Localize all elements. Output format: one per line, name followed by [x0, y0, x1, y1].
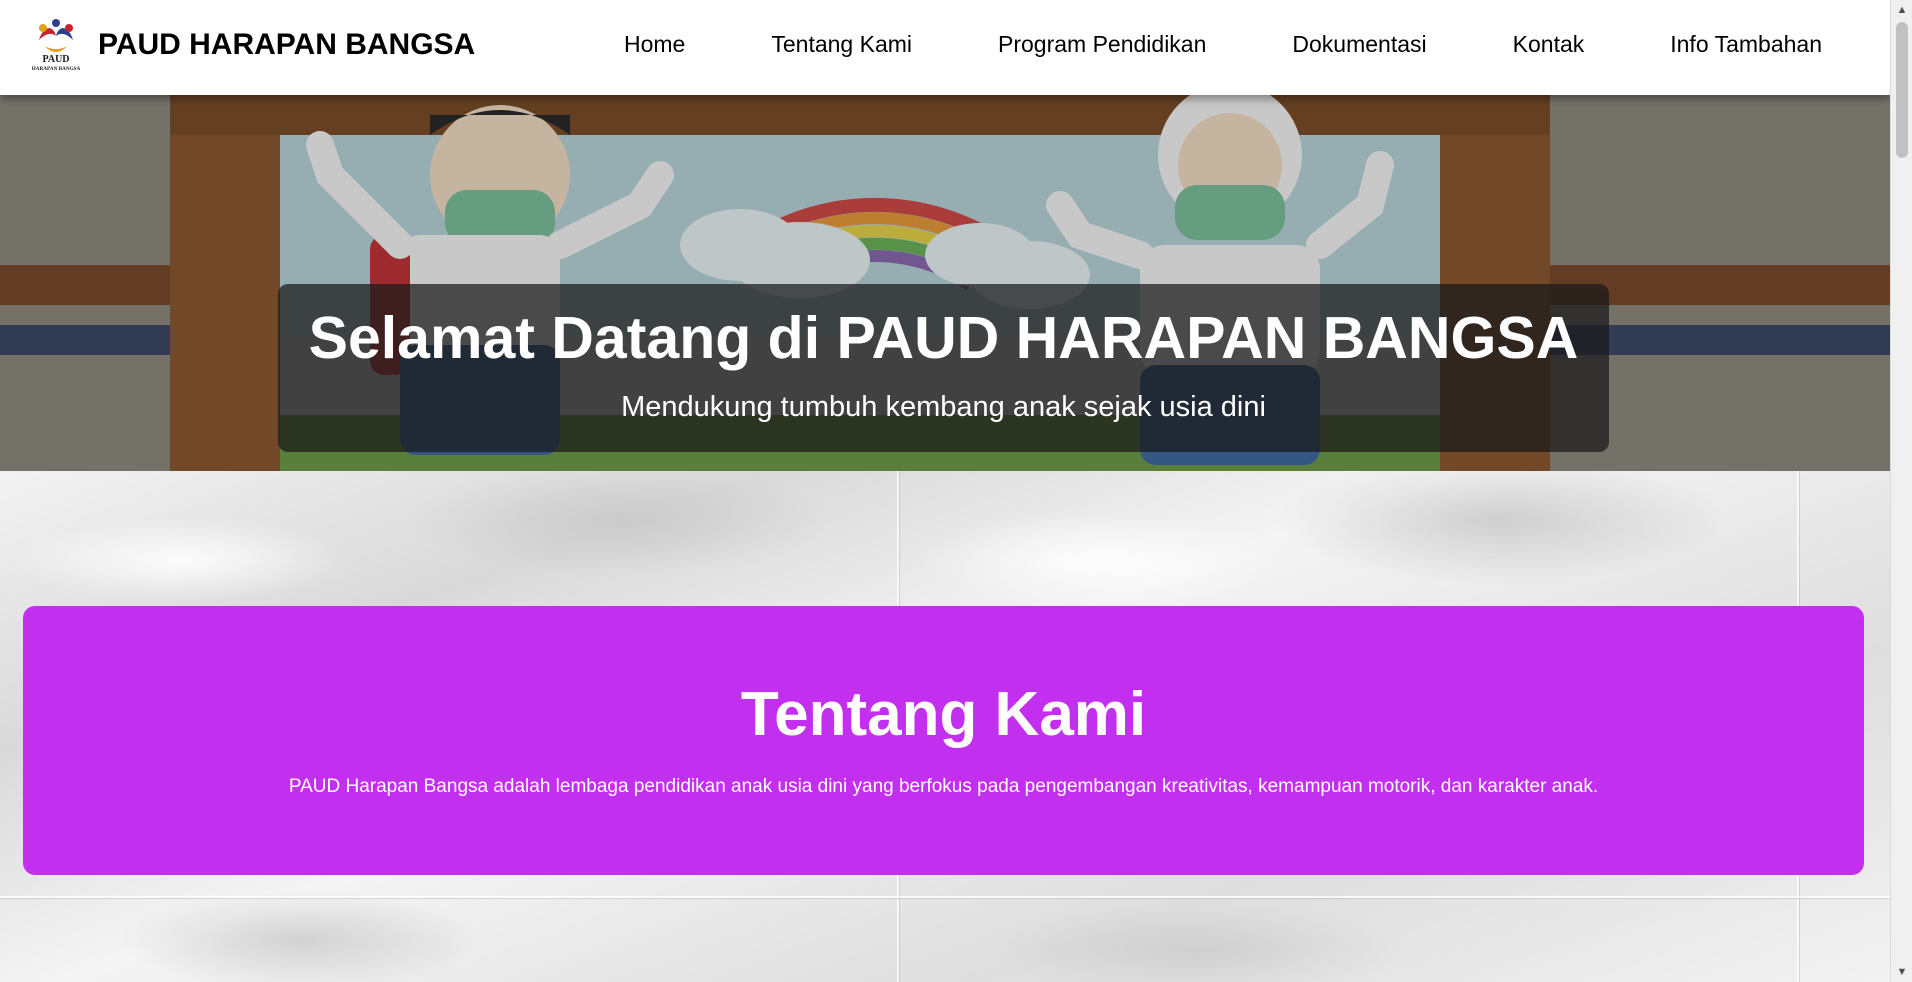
hero-section: Selamat Datang di PAUD HARAPAN BANGSA Me…	[0, 95, 1890, 471]
scroll-down-arrow-icon[interactable]: ▼	[1891, 962, 1912, 982]
paper-texture-band	[0, 896, 1890, 898]
logo-text-sub: HARAPAN BANGSA	[32, 66, 81, 72]
about-title: Tentang Kami	[740, 680, 1147, 749]
logo-text-main: PAUD	[42, 54, 69, 65]
site-brand[interactable]: PAUD HARAPAN BANGSA	[98, 28, 475, 62]
nav-link-info-tambahan[interactable]: Info Tambahan	[1670, 31, 1822, 58]
nav-link-program-pendidikan[interactable]: Program Pendidikan	[998, 31, 1206, 58]
nav-link-home[interactable]: Home	[624, 31, 685, 58]
scrollbar-thumb[interactable]	[1896, 22, 1908, 158]
about-section: Tentang Kami PAUD Harapan Bangsa adalah …	[23, 606, 1864, 875]
logo-graphic: PAUD HARAPAN BANGSA	[32, 19, 81, 72]
hero-caption-box: Selamat Datang di PAUD HARAPAN BANGSA Me…	[278, 284, 1609, 452]
about-text: PAUD Harapan Bangsa adalah lembaga pendi…	[288, 776, 1599, 797]
hero-subtitle: Mendukung tumbuh kembang anak sejak usia…	[621, 390, 1266, 423]
scroll-up-arrow-icon[interactable]: ▲	[1891, 0, 1912, 20]
navbar: PAUD HARAPAN BANGSA PAUD HARAPAN BANGSA …	[0, 0, 1890, 95]
nav-link-tentang-kami[interactable]: Tentang Kami	[771, 31, 912, 58]
paud-logo-icon[interactable]: PAUD HARAPAN BANGSA	[31, 16, 81, 72]
page-viewport: PAUD HARAPAN BANGSA PAUD HARAPAN BANGSA …	[0, 0, 1890, 982]
nav-link-kontak[interactable]: Kontak	[1513, 31, 1585, 58]
page-scrollbar[interactable]: ▲ ▼	[1890, 0, 1912, 982]
main-nav: Home Tentang Kami Program Pendidikan Dok…	[624, 31, 1822, 58]
nav-link-dokumentasi[interactable]: Dokumentasi	[1292, 31, 1426, 58]
hero-title: Selamat Datang di PAUD HARAPAN BANGSA	[308, 305, 1579, 371]
